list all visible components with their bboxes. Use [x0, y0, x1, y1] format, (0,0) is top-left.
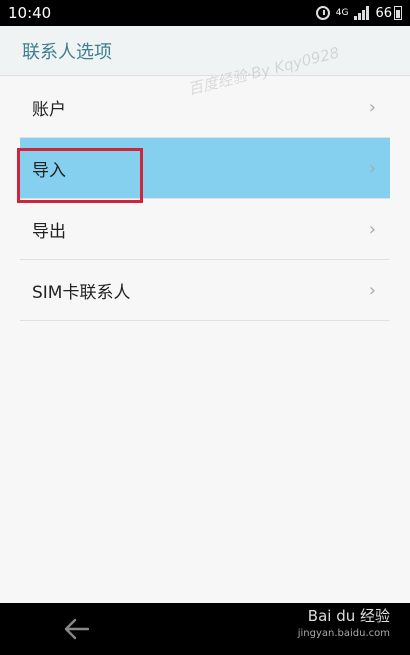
list-item-label: SIM卡联系人 — [32, 282, 131, 303]
list-item-label: 账户 — [32, 99, 66, 120]
back-arrow-icon[interactable] — [62, 615, 92, 643]
logo-text: Bai du 经验 — [307, 607, 390, 625]
network-type-label: 4G — [335, 8, 349, 18]
chevron-right-icon: › — [368, 157, 376, 179]
list-item-export[interactable]: 导出 › — [20, 199, 390, 260]
chevron-right-icon: › — [368, 96, 376, 118]
status-icons: 4G 66 — [315, 6, 402, 21]
chevron-right-icon: › — [368, 218, 376, 240]
annotation-highlight-box — [17, 148, 143, 203]
battery-icon — [394, 6, 402, 20]
page-header: 联系人选项 — [0, 26, 410, 76]
list-item-sim-contacts[interactable]: SIM卡联系人 › — [20, 260, 390, 321]
battery-indicator: 66 — [375, 6, 402, 21]
chevron-right-icon: › — [368, 279, 376, 301]
status-time: 10:40 — [8, 4, 52, 22]
battery-level: 66 — [375, 5, 392, 21]
status-bar: 10:40 4G 66 — [0, 0, 410, 26]
list-item-label: 导出 — [32, 221, 66, 242]
baidu-jingyan-logo: Bai du 经验 jingyan.baidu.com — [298, 607, 390, 643]
alarm-icon — [315, 6, 330, 20]
navigation-bar: Bai du 经验 jingyan.baidu.com — [0, 603, 410, 655]
list-item-account[interactable]: 账户 › — [20, 77, 390, 138]
page-title: 联系人选项 — [22, 41, 112, 63]
signal-icon — [354, 6, 370, 20]
logo-subtext: jingyan.baidu.com — [297, 628, 390, 639]
